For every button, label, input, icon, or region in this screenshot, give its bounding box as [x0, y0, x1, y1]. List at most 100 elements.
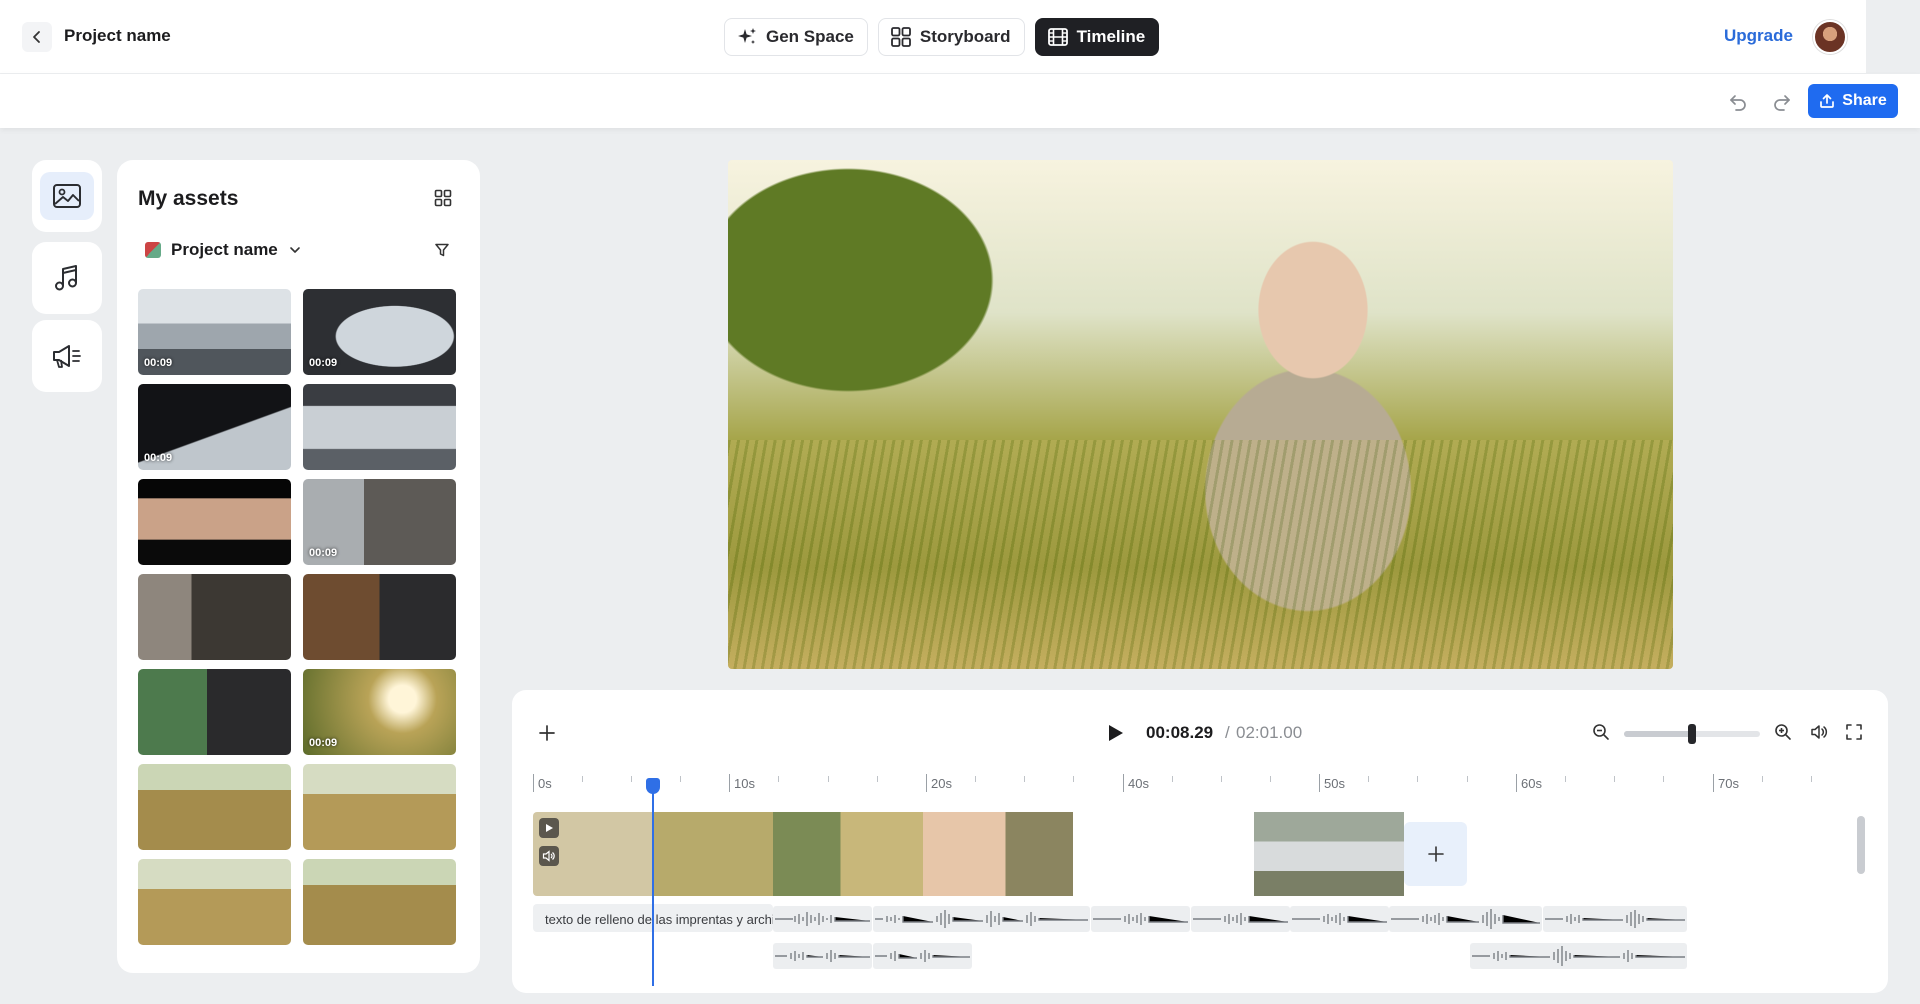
ruler-tick: [975, 776, 976, 782]
rail-item-voiceover[interactable]: [32, 320, 102, 392]
asset-thumbnail[interactable]: [138, 859, 291, 945]
asset-thumbnail[interactable]: [138, 479, 291, 565]
ruler-tick: [1565, 776, 1566, 782]
chevron-left-icon: [33, 31, 40, 43]
play-icon: [546, 824, 553, 832]
asset-thumbnail[interactable]: 00:09: [138, 384, 291, 470]
zoom-in-icon: [1775, 724, 1791, 740]
video-preview[interactable]: [728, 160, 1673, 669]
rail-item-music[interactable]: [32, 242, 102, 314]
zoom-out-icon: [1593, 724, 1609, 740]
asset-thumbnail[interactable]: [138, 574, 291, 660]
ruler-label: 0s: [538, 776, 552, 791]
timeline-scrollbar[interactable]: [1857, 816, 1865, 874]
asset-thumbnail[interactable]: 00:09: [303, 479, 456, 565]
video-clip[interactable]: [923, 812, 1073, 896]
filter-icon: [435, 243, 449, 257]
audio-clip[interactable]: [1389, 906, 1542, 932]
view-toggle-button[interactable]: [434, 189, 452, 212]
current-time: 00:08.29: [1146, 723, 1214, 742]
zoom-slider[interactable]: [1624, 724, 1760, 744]
audio-clip[interactable]: [873, 943, 972, 969]
ruler-label: 10s: [734, 776, 755, 791]
asset-thumbnail[interactable]: [303, 384, 456, 470]
asset-thumbnail[interactable]: 00:09: [138, 289, 291, 375]
rail-item-images[interactable]: [32, 160, 102, 232]
playhead-handle[interactable]: [646, 778, 660, 794]
ruler-tick: [729, 774, 730, 792]
zoom-slider-handle[interactable]: [1688, 724, 1696, 744]
share-button[interactable]: Share: [1808, 84, 1898, 118]
audio-clip[interactable]: [773, 906, 872, 932]
undo-button[interactable]: [1726, 90, 1750, 114]
audio-clip[interactable]: [1470, 943, 1687, 969]
ruler-label: 40s: [1128, 776, 1149, 791]
play-icon: [1109, 725, 1123, 741]
ruler-tick: [1614, 776, 1615, 782]
waveform-icon: [775, 950, 870, 962]
back-button[interactable]: [22, 22, 52, 52]
asset-thumbnail[interactable]: 00:09: [303, 669, 456, 755]
upgrade-link[interactable]: Upgrade: [1724, 26, 1793, 46]
audio-clip[interactable]: [1091, 906, 1190, 932]
volume-button[interactable]: [1810, 723, 1828, 746]
clip-play-button[interactable]: [539, 818, 559, 838]
ruler-label: 60s: [1521, 776, 1542, 791]
add-track-button[interactable]: [537, 723, 557, 748]
rail-item-voiceover-highlight: [40, 332, 94, 380]
audio-clip[interactable]: [1191, 906, 1290, 932]
ruler-tick: [1663, 776, 1664, 782]
audio-clip[interactable]: [1543, 906, 1687, 932]
asset-thumbnail[interactable]: 00:09: [303, 289, 456, 375]
undo-icon: [1730, 95, 1746, 111]
audio-clip[interactable]: [873, 906, 1090, 932]
plus-icon: [539, 725, 555, 741]
zoom-in-button[interactable]: [1774, 723, 1792, 746]
project-title: Project name: [64, 26, 171, 45]
ruler-tick: [631, 776, 632, 782]
ruler-label: 20s: [931, 776, 952, 791]
time-ruler[interactable]: 0s 10s 20s 40s 50s 60s 70s: [532, 774, 1832, 794]
image-icon: [53, 184, 81, 208]
rail-item-images-highlight: [40, 172, 94, 220]
asset-thumbnail[interactable]: [303, 859, 456, 945]
asset-duration: 00:09: [309, 737, 338, 749]
add-clip-button[interactable]: [1404, 822, 1467, 886]
audio-clip[interactable]: [1290, 906, 1389, 932]
project-select-label: Project name: [171, 240, 278, 259]
audio-clip[interactable]: [773, 943, 872, 969]
ruler-tick: [1713, 774, 1714, 792]
play-button[interactable]: [1105, 723, 1125, 748]
redo-button[interactable]: [1770, 90, 1794, 114]
waveform-icon: [1472, 946, 1685, 966]
music-note-icon: [55, 265, 77, 291]
video-clip[interactable]: [1254, 812, 1404, 896]
storyboard-tab[interactable]: Storyboard: [877, 18, 1025, 56]
zoom-slider-fill: [1624, 731, 1692, 737]
filter-button[interactable]: [434, 242, 450, 263]
timeline-tab[interactable]: Timeline: [1034, 18, 1160, 56]
project-select[interactable]: Project name: [145, 240, 302, 260]
ruler-tick: [926, 774, 927, 792]
storyboard-label: Storyboard: [919, 27, 1011, 46]
clip-mute-button[interactable]: [539, 846, 559, 866]
asset-thumbnail[interactable]: [138, 669, 291, 755]
asset-duration: 00:09: [309, 357, 338, 369]
action-bar: Share: [0, 74, 1920, 128]
playhead[interactable]: [652, 778, 654, 986]
timeline-panel: 00:08.29 / 02:01.00 0s 10s 20s 40s 50s 6…: [512, 690, 1888, 993]
ruler-tick: [1762, 776, 1763, 782]
asset-thumbnail[interactable]: [138, 764, 291, 850]
video-clip[interactable]: [773, 812, 923, 896]
asset-thumbnail[interactable]: [303, 764, 456, 850]
time-separator: /: [1225, 723, 1230, 742]
megaphone-icon: [53, 345, 81, 368]
fullscreen-button[interactable]: [1845, 723, 1863, 746]
gen-space-label: Gen Space: [766, 27, 854, 46]
avatar[interactable]: [1813, 20, 1847, 54]
zoom-out-button[interactable]: [1592, 723, 1610, 746]
asset-duration: 00:09: [309, 547, 338, 559]
gen-space-tab[interactable]: Gen Space: [724, 18, 868, 56]
asset-thumbnail[interactable]: [303, 574, 456, 660]
ruler-tick: [1221, 776, 1222, 782]
